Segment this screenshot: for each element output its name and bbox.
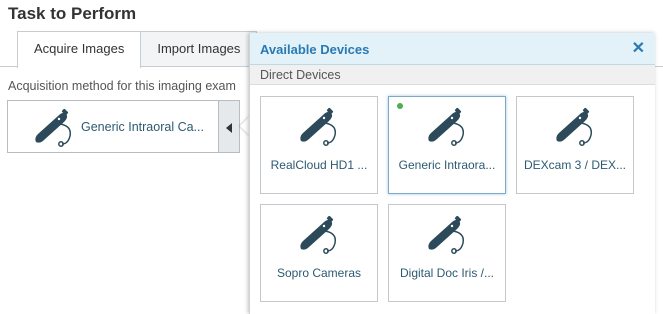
- task-tabs: Acquire Images Import Images: [17, 31, 258, 68]
- intraoral-camera-icon: [297, 215, 343, 260]
- available-devices-popup: Available Devices ✕ Direct Devices RealC…: [249, 33, 655, 314]
- intraoral-camera-icon: [425, 215, 471, 260]
- close-icon[interactable]: ✕: [632, 39, 645, 59]
- caret-left-icon: [226, 123, 232, 133]
- page-title: Task to Perform: [8, 4, 137, 23]
- device-selector[interactable]: Generic Intraoral Ca...: [7, 100, 219, 153]
- direct-devices-section: Direct Devices: [250, 65, 655, 85]
- device-tile-realcloud[interactable]: RealCloud HD1 ...: [260, 96, 378, 194]
- selected-device-label: Generic Intraoral Ca...: [81, 120, 204, 134]
- device-label: Generic Intraora...: [398, 158, 496, 172]
- acquisition-method-label: Acquisition method for this imaging exam: [8, 79, 236, 93]
- device-label: DEXcam 3 / DEX...: [523, 158, 627, 172]
- intraoral-camera-icon: [32, 108, 78, 153]
- device-tile-digital-doc-iris[interactable]: Digital Doc Iris /...: [388, 204, 506, 302]
- tab-acquire-images[interactable]: Acquire Images: [17, 31, 142, 68]
- popup-title: Available Devices: [260, 42, 370, 57]
- device-tile-sopro[interactable]: Sopro Cameras: [260, 204, 378, 302]
- intraoral-camera-icon: [553, 107, 599, 152]
- intraoral-camera-icon: [297, 107, 343, 152]
- device-tile-dexcam[interactable]: DEXcam 3 / DEX...: [516, 96, 634, 194]
- device-selector-toggle[interactable]: [219, 100, 240, 153]
- device-label: RealCloud HD1 ...: [270, 158, 368, 172]
- device-label: Digital Doc Iris /...: [399, 266, 495, 280]
- connected-status-dot: [397, 103, 403, 109]
- intraoral-camera-icon: [425, 107, 471, 152]
- device-tile-generic-intraoral[interactable]: Generic Intraora...: [388, 96, 506, 194]
- tab-import-images[interactable]: Import Images: [141, 31, 258, 66]
- device-label: Sopro Cameras: [276, 266, 362, 280]
- section-label: Direct Devices: [260, 68, 341, 82]
- popup-header: Available Devices ✕: [250, 33, 655, 65]
